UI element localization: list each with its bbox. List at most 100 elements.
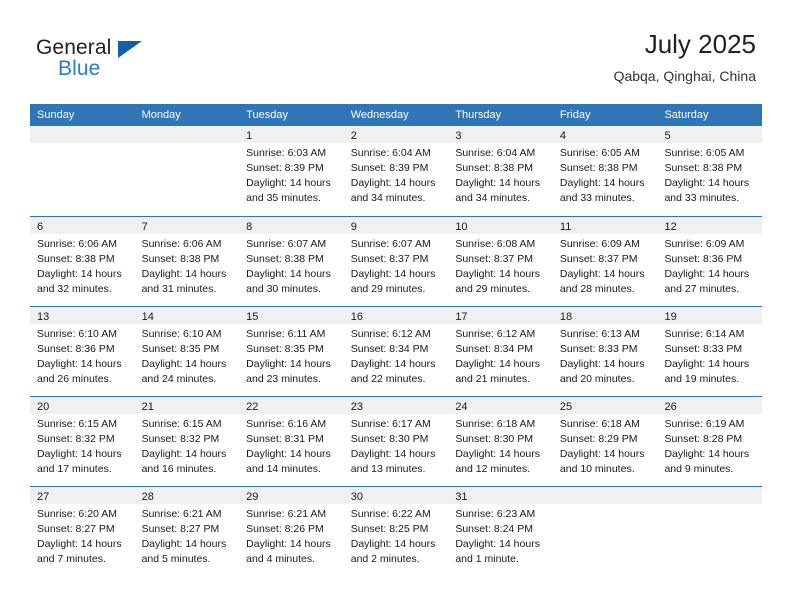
sunset-text: Sunset: 8:32 PM (141, 433, 220, 445)
calendar-day-cell[interactable]: 16 Sunrise: 6:12 AM Sunset: 8:34 PM Dayligh… (343, 307, 449, 396)
day-number-band: 9 (343, 217, 449, 234)
day-number-band: 19 (657, 307, 763, 324)
daylight-text-line2: and 20 minutes. (559, 373, 635, 385)
day-number-band: 15 (239, 307, 344, 324)
daylight-text-line2: and 9 minutes. (664, 463, 734, 475)
daylight-text-line1: Daylight: 14 hours (246, 177, 331, 189)
sunset-text: Sunset: 8:39 PM (350, 162, 429, 174)
calendar-day-cell[interactable]: 13 Sunrise: 6:10 AM Sunset: 8:36 PM Dayligh… (30, 307, 135, 396)
daylight-text-line1: Daylight: 14 hours (664, 268, 750, 280)
sunrise-text: Sunrise: 6:15 AM (141, 418, 222, 430)
calendar-day-cell[interactable]: 14 Sunrise: 6:10 AM Sunset: 8:35 PM Dayligh… (134, 307, 240, 396)
calendar-day-cell[interactable]: 25 Sunrise: 6:18 AM Sunset: 8:29 PM Dayligh… (552, 397, 658, 486)
day-number: 24 (455, 401, 468, 413)
calendar-day-cell[interactable]: 23 Sunrise: 6:17 AM Sunset: 8:30 PM Dayligh… (343, 397, 449, 486)
day-details (657, 504, 762, 507)
calendar-day-cell[interactable]: 15 Sunrise: 6:11 AM Sunset: 8:35 PM Dayligh… (239, 307, 344, 396)
sunset-text: Sunset: 8:24 PM (455, 523, 533, 535)
day-number-band (552, 487, 658, 504)
daylight-text-line2: and 33 minutes. (559, 192, 635, 204)
sunset-text: Sunset: 8:25 PM (350, 523, 429, 535)
calendar-day-cell[interactable]: 30 Sunrise: 6:22 AM Sunset: 8:25 PM Dayligh… (343, 487, 449, 576)
calendar-grid: Sunday Monday Tuesday Wednesday Thursday Frid… (30, 104, 763, 576)
daylight-text-line1: Daylight: 14 hours (455, 268, 540, 280)
daylight-text-line2: and 16 minutes. (141, 463, 217, 475)
calendar-weeks: 1 Sunrise: 6:03 AM Sunset: 8:39 PM Daylight… (30, 126, 763, 576)
sunrise-text: Sunrise: 6:12 AM (455, 328, 536, 340)
calendar-day-cell[interactable]: 5 Sunrise: 6:05 AM Sunset: 8:38 PM Daylight… (657, 126, 763, 216)
day-number: 25 (559, 401, 573, 413)
daylight-text-line2: and 31 minutes. (141, 283, 217, 295)
sunrise-text: Sunrise: 6:12 AM (350, 328, 431, 340)
calendar-day-cell[interactable]: 31 Sunrise: 6:23 AM Sunset: 8:24 PM Dayligh… (448, 487, 553, 576)
day-number-band: 5 (657, 126, 763, 143)
calendar-day-cell[interactable]: 1 Sunrise: 6:03 AM Sunset: 8:39 PM Daylight… (239, 126, 344, 216)
sunrise-text: Sunrise: 6:10 AM (37, 328, 117, 340)
calendar-day-cell[interactable]: 11 Sunrise: 6:09 AM Sunset: 8:37 PM Dayligh… (552, 217, 658, 306)
title-block: July 2025 Qabqa, Qinghai, China (614, 28, 756, 86)
day-details: Sunrise: 6:13 AM Sunset: 8:33 PM Daylight:… (553, 324, 658, 387)
daylight-text-line2: and 34 minutes. (350, 192, 426, 204)
weekday-header-tuesday: Tuesday (246, 109, 288, 121)
calendar-day-cell-empty (552, 487, 658, 576)
daylight-text-line1: Daylight: 14 hours (455, 538, 540, 550)
day-number: 23 (350, 401, 363, 413)
sunrise-text: Sunrise: 6:21 AM (246, 508, 327, 520)
daylight-text-line1: Daylight: 14 hours (350, 358, 436, 370)
calendar-day-cell[interactable]: 12 Sunrise: 6:09 AM Sunset: 8:36 PM Dayligh… (657, 217, 763, 306)
page-header: General Blue July 2025 Qabqa, Qinghai, C… (0, 0, 792, 104)
calendar-week-row: 27 Sunrise: 6:20 AM Sunset: 8:27 PM Dayligh… (30, 486, 763, 576)
day-details: Sunrise: 6:17 AM Sunset: 8:30 PM Daylight:… (344, 414, 449, 477)
calendar-day-cell[interactable]: 21 Sunrise: 6:15 AM Sunset: 8:32 PM Dayligh… (134, 397, 240, 486)
day-number: 7 (141, 221, 148, 233)
daylight-text-line2: and 29 minutes. (455, 283, 531, 295)
daylight-text-line2: and 23 minutes. (246, 373, 321, 385)
weekday-header-wednesday: Wednesday (350, 109, 409, 121)
calendar-day-cell[interactable]: 3 Sunrise: 6:04 AM Sunset: 8:38 PM Daylight… (448, 126, 553, 216)
calendar-day-cell[interactable]: 20 Sunrise: 6:15 AM Sunset: 8:32 PM Dayligh… (30, 397, 135, 486)
daylight-text-line1: Daylight: 14 hours (664, 177, 750, 189)
day-number: 26 (664, 401, 677, 413)
day-number-band: 27 (30, 487, 135, 504)
sunrise-text: Sunrise: 6:04 AM (350, 147, 431, 159)
calendar-day-cell[interactable]: 2 Sunrise: 6:04 AM Sunset: 8:39 PM Daylight… (343, 126, 449, 216)
sunset-text: Sunset: 8:31 PM (246, 433, 324, 445)
calendar-day-cell[interactable]: 17 Sunrise: 6:12 AM Sunset: 8:34 PM Dayligh… (448, 307, 553, 396)
day-details: Sunrise: 6:18 AM Sunset: 8:29 PM Daylight:… (553, 414, 658, 477)
calendar-day-cell[interactable]: 6 Sunrise: 6:06 AM Sunset: 8:38 PM Daylight… (30, 217, 135, 306)
calendar-day-cell[interactable]: 26 Sunrise: 6:19 AM Sunset: 8:28 PM Dayligh… (657, 397, 763, 486)
calendar-day-cell[interactable]: 7 Sunrise: 6:06 AM Sunset: 8:38 PM Daylight… (134, 217, 240, 306)
calendar-day-cell[interactable]: 9 Sunrise: 6:07 AM Sunset: 8:37 PM Daylight… (343, 217, 449, 306)
sunset-text: Sunset: 8:35 PM (246, 343, 324, 355)
page-subtitle-location: Qabqa, Qinghai, China (613, 68, 756, 84)
calendar-day-cell[interactable]: 10 Sunrise: 6:08 AM Sunset: 8:37 PM Dayligh… (448, 217, 553, 306)
day-details: Sunrise: 6:19 AM Sunset: 8:28 PM Daylight:… (657, 414, 762, 477)
calendar-day-cell[interactable]: 18 Sunrise: 6:13 AM Sunset: 8:33 PM Dayligh… (552, 307, 658, 396)
day-details: Sunrise: 6:04 AM Sunset: 8:39 PM Daylight:… (344, 143, 449, 206)
day-details: Sunrise: 6:07 AM Sunset: 8:38 PM Daylight:… (239, 234, 344, 297)
daylight-text-line2: and 33 minutes. (664, 192, 740, 204)
calendar-day-cell[interactable]: 29 Sunrise: 6:21 AM Sunset: 8:26 PM Dayligh… (239, 487, 344, 576)
calendar-day-cell[interactable]: 24 Sunrise: 6:18 AM Sunset: 8:30 PM Dayligh… (448, 397, 553, 486)
calendar-day-cell[interactable]: 28 Sunrise: 6:21 AM Sunset: 8:27 PM Dayligh… (134, 487, 240, 576)
daylight-text-line2: and 10 minutes. (559, 463, 635, 475)
day-number: 31 (455, 491, 468, 503)
calendar-day-cell[interactable]: 22 Sunrise: 6:16 AM Sunset: 8:31 PM Dayligh… (239, 397, 344, 486)
calendar-day-cell-empty (134, 126, 240, 216)
logo-text-blue: Blue (58, 57, 101, 80)
sunrise-text: Sunrise: 6:20 AM (37, 508, 117, 520)
calendar-day-cell[interactable]: 8 Sunrise: 6:07 AM Sunset: 8:38 PM Daylight… (239, 217, 344, 306)
sunset-text: Sunset: 8:37 PM (455, 253, 533, 265)
daylight-text-line1: Daylight: 14 hours (37, 538, 122, 550)
sunset-text: Sunset: 8:38 PM (141, 253, 220, 265)
daylight-text-line1: Daylight: 14 hours (246, 358, 331, 370)
calendar-day-cell[interactable]: 27 Sunrise: 6:20 AM Sunset: 8:27 PM Dayligh… (30, 487, 135, 576)
day-number: 2 (350, 130, 357, 142)
general-blue-logo[interactable]: General Blue (36, 36, 156, 82)
calendar-day-cell[interactable]: 4 Sunrise: 6:05 AM Sunset: 8:38 PM Daylight… (552, 126, 658, 216)
daylight-text-line2: and 13 minutes. (350, 463, 426, 475)
calendar-day-cell[interactable]: 19 Sunrise: 6:14 AM Sunset: 8:33 PM Dayligh… (657, 307, 763, 396)
day-number-band: 14 (134, 307, 240, 324)
day-details: Sunrise: 6:12 AM Sunset: 8:34 PM Daylight:… (344, 324, 449, 387)
day-details: Sunrise: 6:06 AM Sunset: 8:38 PM Daylight:… (135, 234, 240, 297)
